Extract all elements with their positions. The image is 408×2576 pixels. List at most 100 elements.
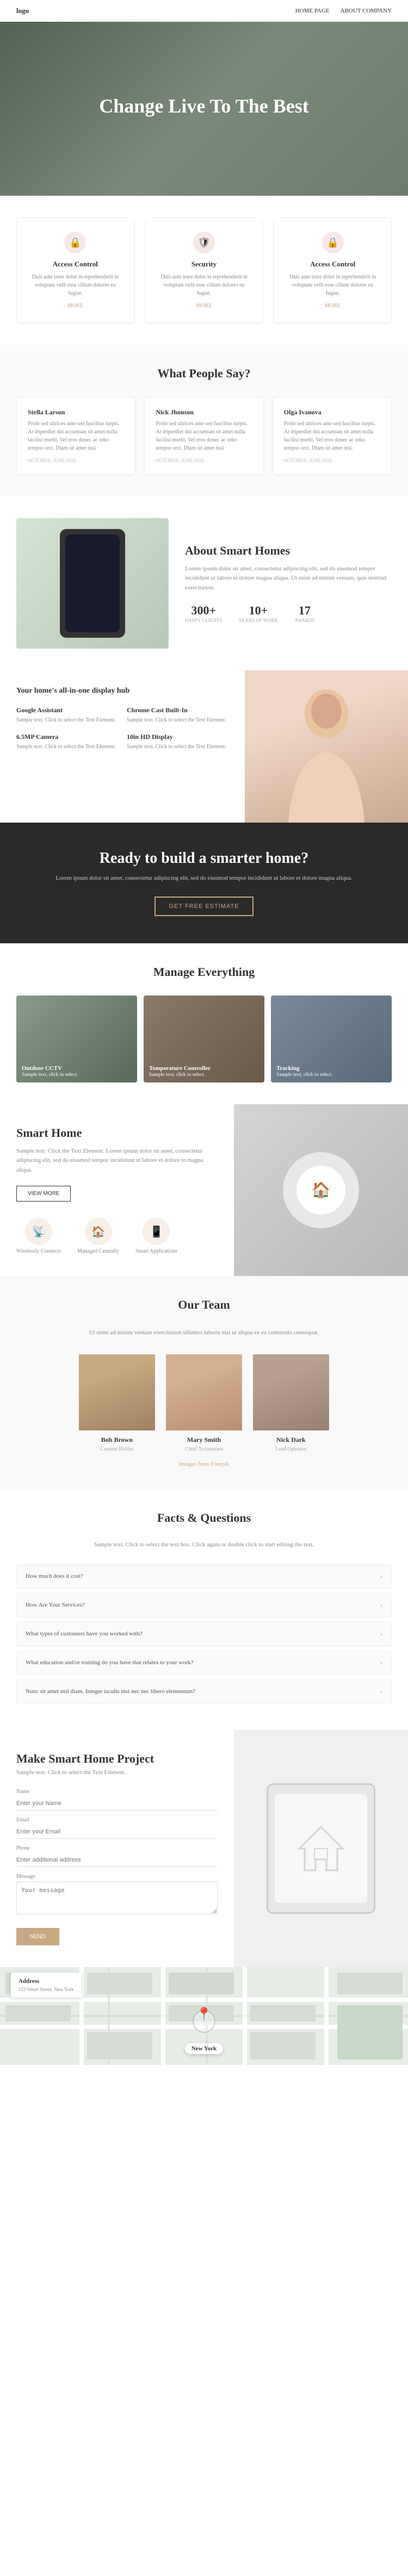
hub-item-text-3: Sample text. Click to select the Text El…: [127, 743, 228, 751]
smart-device: 🏠: [283, 1152, 359, 1228]
manage-section: Manage Everything Outdoor CCTV Sample te…: [0, 943, 408, 1104]
faq-item-0[interactable]: How much does it cost? ›: [16, 1564, 392, 1589]
feature-more-0[interactable]: MORE: [28, 303, 123, 309]
map-section: 📍 New York Address 123 Smart Street, New…: [0, 1967, 408, 2065]
manage-card-label-2: Tracking Sample text, click to select.: [276, 1065, 332, 1077]
tablet-device: [267, 1783, 375, 1914]
faq-subtitle: Sample text. Click to select the text bo…: [16, 1541, 392, 1548]
hub-item-title-0: Google Assistant: [16, 706, 118, 714]
message-textarea[interactable]: [16, 1882, 218, 1914]
stat-num-1: 10+: [238, 603, 278, 618]
faq-section: Facts & Questions Sample text. Click to …: [0, 1489, 408, 1730]
team-role-1: Chief Accountant: [166, 1446, 242, 1452]
testimonial-0: Stella Larson Proin sed ultrices ante se…: [16, 397, 135, 475]
smart-icon-2: 📱 Smart Applications: [135, 1218, 177, 1254]
manage-card-1: Temperature Controller Sample text, clic…: [144, 995, 264, 1082]
faq-question-3: What education and/or training do you ha…: [26, 1659, 194, 1666]
hub-item-0: Google Assistant Sample text. Click to s…: [16, 706, 118, 724]
smart-icon-1: 🏠 Managed Centrally: [77, 1218, 119, 1254]
smart-device-inner: 🏠: [296, 1166, 345, 1215]
form-group-phone: Phone: [16, 1845, 218, 1867]
testimonial-name-2: Olga Ivanova: [284, 408, 380, 416]
submit-button[interactable]: SEND: [16, 1928, 59, 1945]
smart-icon-0: 📡 Wirelessly Connects: [16, 1218, 61, 1254]
team-name-2: Nick Dark: [253, 1436, 329, 1444]
faq-item-2[interactable]: What types of customers have you worked …: [16, 1622, 392, 1646]
name-label: Name: [16, 1789, 218, 1795]
feature-desc-0: Duis aute irure dolor in reprehenderit i…: [28, 273, 123, 297]
project-form: Name Email Phone Message SEND: [16, 1789, 218, 1945]
hub-item-text-0: Sample text. Click to select the Text El…: [16, 717, 118, 724]
nav-logo: logo: [16, 7, 29, 15]
about-section: About Smart Homes Lorem ipsum dolor sit …: [0, 496, 408, 670]
faq-question-4: Nunc sit amet nisl diam. Integer iaculis…: [26, 1688, 195, 1695]
feature-title-0: Access Control: [28, 260, 123, 269]
hub-item-3: 10in HD Display Sample text. Click to se…: [127, 733, 228, 751]
manage-card-0: Outdoor CCTV Sample text, click to selec…: [16, 995, 137, 1082]
hub-item-1: Chrome Cast Built-In Sample text. Click …: [127, 706, 228, 724]
feature-title-2: Access Control: [285, 260, 380, 269]
nav-link-home[interactable]: Home Page: [295, 8, 330, 14]
chevron-down-icon-1: ›: [380, 1601, 382, 1609]
stat-num-0: 300+: [185, 603, 222, 618]
hub-item-text-2: Sample text. Click to select the Text El…: [16, 743, 118, 751]
email-input[interactable]: [16, 1825, 218, 1839]
team-section: Our Team Ut enim ad minim veniam exercit…: [0, 1276, 408, 1489]
project-section: Make Smart Home Project Sample text. Cli…: [0, 1730, 408, 1967]
team-photo-mary: [166, 1354, 242, 1430]
features-row: 🔒 Access Control Duis aute irure dolor i…: [16, 217, 392, 323]
testimonials-title: What People Say?: [16, 366, 392, 381]
stat-label-2: AWARDS: [294, 618, 314, 623]
faq-question-1: How Are Your Services?: [26, 1602, 85, 1608]
house-outline-icon: [288, 1816, 354, 1881]
team-more-link[interactable]: Images from Freepik: [16, 1461, 392, 1467]
phone-input[interactable]: [16, 1853, 218, 1867]
nav-links: Home Page About Company: [295, 8, 392, 14]
cta-button[interactable]: GET FREE ESTIMATE: [154, 897, 253, 916]
team-title: Our Team: [16, 1298, 392, 1312]
about-stats: 300+ HAPPY CLIENTS 10+ YEARS OF WORK 17 …: [185, 603, 392, 623]
manage-card-label-0: Outdoor CCTV Sample text, click to selec…: [22, 1065, 78, 1077]
team-member-1: Mary Smith Chief Accountant: [166, 1354, 242, 1452]
smart-text: Sample text. Click the Text Element. Lor…: [16, 1147, 218, 1175]
hub-item-text-1: Sample text. Click to select the Text El…: [127, 717, 228, 724]
smart-content: Smart Home Sample text. Click the Text E…: [0, 1104, 234, 1277]
team-name-0: Bob Brown: [79, 1436, 155, 1444]
stat-2: 17 AWARDS: [294, 603, 314, 623]
form-group-message: Message: [16, 1874, 218, 1917]
manage-title: Manage Everything: [16, 965, 392, 979]
smart-icon-label-2: Smart Applications: [135, 1248, 177, 1254]
feature-card-1: 🛡 Security Duis aute irure dolor in repr…: [145, 217, 263, 323]
project-subtitle: Sample text. Click to select the Text El…: [16, 1769, 218, 1776]
hub-title: Your home's all-in-one display hub: [16, 687, 228, 695]
feature-card-2: 🔒 Access Control Duis aute irure dolor i…: [274, 217, 392, 323]
project-image: [234, 1730, 408, 1967]
chevron-down-icon-3: ›: [380, 1659, 382, 1667]
testimonial-text-1: Proin sed ultrices ante sed faucibus tur…: [156, 420, 252, 452]
stat-1: 10+ YEARS OF WORK: [238, 603, 278, 623]
hub-item-2: 6.5MP Camera Sample text. Click to selec…: [16, 733, 118, 751]
stat-label-1: YEARS OF WORK: [238, 618, 278, 623]
mini-card-title: Address: [18, 1978, 74, 1984]
faq-item-1[interactable]: How Are Your Services? ›: [16, 1593, 392, 1617]
manage-cards: Outdoor CCTV Sample text, click to selec…: [16, 995, 392, 1082]
lock-icon-0: 🔒: [64, 232, 86, 253]
feature-more-2[interactable]: MORE: [285, 303, 380, 309]
nav-link-about[interactable]: About Company: [341, 8, 392, 14]
name-input[interactable]: [16, 1797, 218, 1810]
testimonial-date-0: OCTOBER, JUNE 2020: [28, 458, 124, 463]
smart-view-more-button[interactable]: VIEW MORE: [16, 1186, 71, 1202]
faq-item-3[interactable]: What education and/or training do you ha…: [16, 1651, 392, 1675]
phone-label: Phone: [16, 1845, 218, 1851]
team-row: Bob Brown Content Holder Mary Smith Chie…: [16, 1354, 392, 1452]
hub-person-photo: [245, 670, 408, 823]
faq-item-4[interactable]: Nunc sit amet nisl diam. Integer iaculis…: [16, 1679, 392, 1704]
hero-content: Change Live To The Best: [99, 95, 308, 123]
feature-more-1[interactable]: MORE: [157, 303, 252, 309]
lock-icon-2: 🔒: [322, 232, 344, 253]
testimonial-name-0: Stella Larson: [28, 408, 124, 416]
manage-card-2: Tracking Sample text, click to select.: [271, 995, 392, 1082]
shield-icon-1: 🛡: [193, 232, 215, 253]
team-role-0: Content Holder: [79, 1446, 155, 1452]
about-content: About Smart Homes Lorem ipsum dolor sit …: [185, 544, 392, 624]
